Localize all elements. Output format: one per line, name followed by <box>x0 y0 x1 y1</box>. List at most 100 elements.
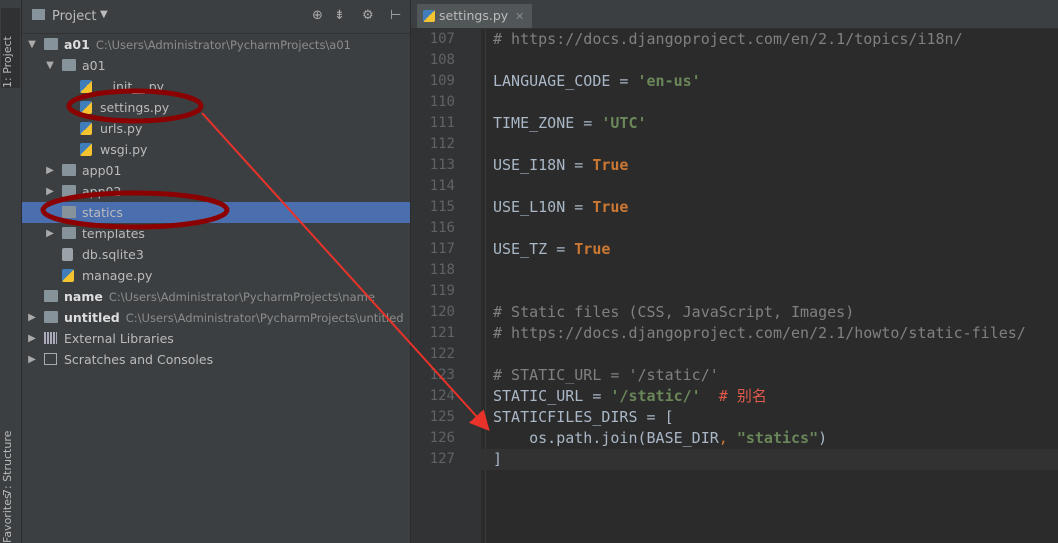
tree-item-text: app02 <box>82 181 121 202</box>
tree-item-text: __init__.py <box>100 76 164 97</box>
gear-icon[interactable]: ⚙ <box>362 8 374 23</box>
chevron-right-icon[interactable]: ▶ <box>44 181 56 202</box>
tree-item-label: urls.py <box>100 121 143 136</box>
tree-item-label: app01 <box>82 163 122 178</box>
close-icon[interactable]: ✕ <box>515 10 524 23</box>
tree-item-text: External Libraries <box>64 328 174 349</box>
line-number: 108 <box>429 52 455 68</box>
code-line[interactable]: TIME_ZONE = 'UTC' <box>493 113 647 134</box>
chevron-down-icon[interactable]: ▼ <box>26 34 38 55</box>
tree-item-text: a01 C:\Users\Administrator\PycharmProject… <box>64 34 351 56</box>
project-panel-title[interactable]: Project <box>52 9 96 24</box>
tree-item-app02[interactable]: ▶ app02 <box>22 181 410 202</box>
code-line[interactable]: # Static files (CSS, JavaScript, Images) <box>493 302 854 323</box>
tree-item-urls-py[interactable]: urls.py <box>22 118 410 139</box>
chevron-right-icon[interactable]: ▶ <box>44 160 56 181</box>
hide-icon[interactable]: ⊢ <box>390 8 401 23</box>
python-file-icon <box>62 269 74 282</box>
tree-item--init-py[interactable]: __init__.py <box>22 76 410 97</box>
code-line[interactable]: STATIC_URL = '/static/' # 别名 <box>493 386 767 407</box>
tree-item-name[interactable]: name C:\Users\Administrator\PycharmProjec… <box>22 286 410 307</box>
line-number: 127 <box>429 451 455 467</box>
chevron-down-icon[interactable]: ▼ <box>100 9 108 20</box>
chevron-right-icon[interactable]: ▶ <box>26 328 38 349</box>
line-number: 126 <box>429 430 455 446</box>
chevron-down-icon[interactable]: ▼ <box>44 55 56 76</box>
tree-item-statics[interactable]: statics <box>22 202 410 223</box>
tree-item-db-sqlite3[interactable]: db.sqlite3 <box>22 244 410 265</box>
line-number: 118 <box>429 262 455 278</box>
tree-item-settings-py[interactable]: settings.py <box>22 97 410 118</box>
project-panel: Project ▼ ⊕ ⇟ ⚙ ⊢ ▼ a01 C:\Users\Administr… <box>22 0 411 543</box>
tree-item-a01[interactable]: ▼ a01 <box>22 55 410 76</box>
code-line[interactable]: # https://docs.djangoproject.com/en/2.1/… <box>493 29 963 50</box>
python-file-icon <box>80 122 92 135</box>
line-number: 109 <box>429 73 455 89</box>
line-number: 124 <box>429 388 455 404</box>
tab-project[interactable]: 1: Project <box>1 8 20 88</box>
chevron-right-icon[interactable]: ▶ <box>26 307 38 328</box>
tree-item-manage-py[interactable]: manage.py <box>22 265 410 286</box>
line-number: 121 <box>429 325 455 341</box>
tree-item-text: Scratches and Consoles <box>64 349 213 370</box>
collapse-icon[interactable]: ⇟ <box>334 8 345 23</box>
tab-favorites[interactable]: Favorites <box>1 493 20 543</box>
code-line[interactable]: os.path.join(BASE_DIR, "statics") <box>493 428 827 449</box>
code-editor[interactable]: # https://docs.djangoproject.com/en/2.1/… <box>481 29 1058 543</box>
locate-icon[interactable]: ⊕ <box>312 8 323 23</box>
chevron-right-icon[interactable]: ▶ <box>44 223 56 244</box>
code-line[interactable]: STATICFILES_DIRS = [ <box>493 407 674 428</box>
tree-item-text: app01 <box>82 160 121 181</box>
line-number-gutter: 107 108 109 110 111 112 113 114 115 116 117 118 119 1… <box>411 29 481 543</box>
line-number: 111 <box>429 115 455 131</box>
tree-item-label: Scratches and Consoles <box>64 352 214 367</box>
line-number: 113 <box>429 157 455 173</box>
tree-item-text: name C:\Users\Administrator\PycharmProjec… <box>64 286 375 308</box>
line-number: 107 <box>429 31 455 47</box>
python-file-icon <box>80 143 92 156</box>
tree-item-label: untitled <box>64 310 120 325</box>
code-line[interactable]: # STATIC_URL = '/static/' <box>493 365 719 386</box>
tab-structure[interactable]: 7: Structure <box>1 420 20 496</box>
tab-settings-py[interactable]: settings.py ✕ <box>417 4 533 28</box>
scratches-icon <box>44 353 57 365</box>
tree-item-untitled[interactable]: ▶ untitled C:\Users\Administrator\PycharmP… <box>22 307 410 328</box>
code-line[interactable]: USE_L10N = True <box>493 197 628 218</box>
tree-item-label: statics <box>82 205 123 220</box>
folder-icon <box>44 290 58 302</box>
python-file-icon <box>80 101 92 114</box>
tree-item-text: wsgi.py <box>100 139 147 160</box>
folder-icon <box>62 206 76 218</box>
tree-item-text: untitled C:\Users\Administrator\PycharmPr… <box>64 307 404 329</box>
tree-item-path: C:\Users\Administrator\PycharmProjects\n… <box>108 290 375 304</box>
tree-item-wsgi-py[interactable]: wsgi.py <box>22 139 410 160</box>
tree-item-text: templates <box>82 223 145 244</box>
code-line[interactable]: # https://docs.djangoproject.com/en/2.1/… <box>493 323 1026 344</box>
code-line[interactable]: USE_I18N = True <box>493 155 628 176</box>
tree-item-external-libraries[interactable]: ▶ External Libraries <box>22 328 410 349</box>
tree-item-scratches-and-consoles[interactable]: ▶ Scratches and Consoles <box>22 349 410 370</box>
tree-item-label: wsgi.py <box>100 142 148 157</box>
line-number: 123 <box>429 367 455 383</box>
tree-item-text: settings.py <box>100 97 169 118</box>
code-line[interactable]: USE_TZ = True <box>493 239 610 260</box>
editor-tab-bar: settings.py ✕ <box>411 0 1058 29</box>
tree-item-a01[interactable]: ▼ a01 C:\Users\Administrator\PycharmProjec… <box>22 34 410 55</box>
tree-item-label: templates <box>82 226 145 241</box>
tree-item-path: C:\Users\Administrator\PycharmProjects\u… <box>125 311 404 325</box>
folder-icon <box>44 38 58 50</box>
folder-icon <box>62 227 76 239</box>
line-number: 114 <box>429 178 455 194</box>
chevron-right-icon[interactable]: ▶ <box>26 349 38 370</box>
line-number: 116 <box>429 220 455 236</box>
tree-item-path: C:\Users\Administrator\PycharmProjects\a… <box>95 38 351 52</box>
tree-item-templates[interactable]: ▶ templates <box>22 223 410 244</box>
tree-item-label: manage.py <box>82 268 153 283</box>
tree-item-text: urls.py <box>100 118 142 139</box>
tree-item-text: a01 <box>82 55 106 76</box>
tree-item-app01[interactable]: ▶ app01 <box>22 160 410 181</box>
tree-item-label: a01 <box>82 58 106 73</box>
current-line-highlight <box>481 449 1058 470</box>
code-line[interactable]: LANGUAGE_CODE = 'en-us' <box>493 71 701 92</box>
code-line[interactable]: ] <box>493 449 502 470</box>
